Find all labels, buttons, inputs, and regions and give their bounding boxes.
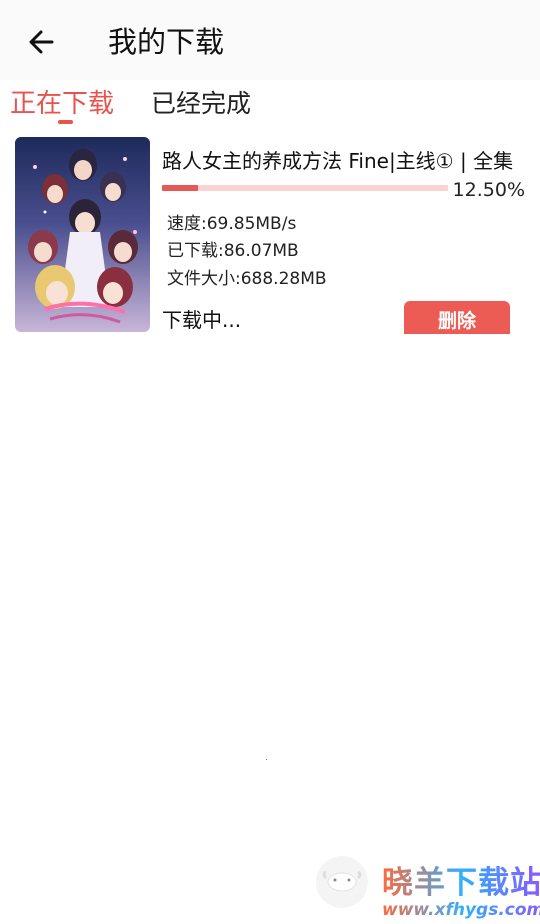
watermark-logo-icon [312, 852, 376, 916]
download-title: 路人女主的养成方法 Fine|主线① | 全集 [162, 149, 514, 173]
download-speed: 速度:69.85MB/s [167, 214, 297, 234]
tab-completed[interactable]: 已经完成 [151, 84, 251, 124]
back-button[interactable] [22, 24, 62, 60]
page-title: 我的下载 [108, 25, 225, 59]
tab-downloading[interactable]: 正在下载 [10, 84, 114, 124]
download-tabs: 正在下载 已经完成 [0, 84, 540, 128]
progress-fill [162, 185, 198, 191]
stray-dot [266, 759, 267, 760]
watermark-url: www.xfhygs.com [382, 900, 540, 920]
cover-image [15, 137, 150, 332]
downloaded-size: 已下载:86.07MB [167, 241, 299, 261]
app-header: 我的下载 [0, 0, 540, 80]
active-tab-indicator [58, 120, 73, 124]
download-item[interactable]: 路人女主的养成方法 Fine|主线① | 全集 12.50% 速度:69.85M… [0, 134, 540, 334]
watermark-name: 晓羊下载站 [382, 865, 540, 901]
watermark: 晓羊下载站 www.xfhygs.com [312, 852, 540, 924]
progress-bar [162, 185, 448, 191]
file-size: 文件大小:688.28MB [167, 269, 327, 289]
delete-button[interactable]: 删除 [404, 301, 510, 334]
progress-percent: 12.50% [452, 179, 525, 201]
download-status: 下载中... [162, 308, 242, 332]
arrow-left-icon [29, 30, 54, 54]
